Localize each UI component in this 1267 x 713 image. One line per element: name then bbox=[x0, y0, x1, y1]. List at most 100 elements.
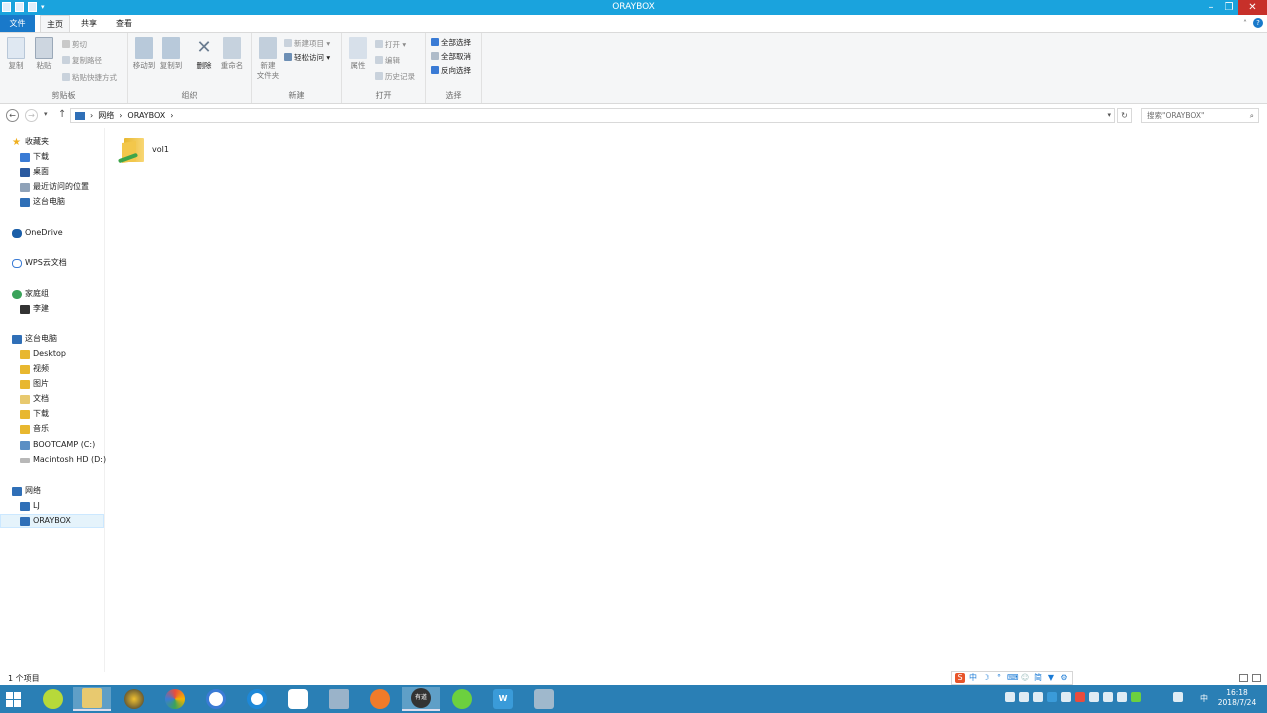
tray-icon-4[interactable] bbox=[1047, 692, 1057, 702]
new-folder-button[interactable]: 新建 文件夹 bbox=[256, 37, 280, 81]
nav-homegroup-user[interactable]: 李建 bbox=[20, 302, 49, 316]
recent-locations-icon[interactable]: ▾ bbox=[44, 110, 48, 118]
breadcrumb-oraybox[interactable]: ORAYBOX bbox=[127, 109, 165, 122]
large-icons-view-icon[interactable] bbox=[1252, 674, 1261, 682]
tray-icon-7[interactable] bbox=[1089, 692, 1099, 702]
tab-file[interactable]: 文件 bbox=[0, 15, 35, 32]
taskbar-app-13[interactable] bbox=[525, 687, 563, 711]
tab-share[interactable]: 共享 bbox=[74, 15, 104, 32]
nav-pc-documents[interactable]: 文档 bbox=[20, 392, 49, 406]
tray-icon-8[interactable] bbox=[1103, 692, 1113, 702]
user-icon[interactable]: ☺ bbox=[1020, 673, 1030, 683]
close-button[interactable]: ✕ bbox=[1238, 0, 1267, 15]
nav-pc-downloads[interactable]: 下载 bbox=[20, 407, 49, 421]
tab-home[interactable]: 主页 bbox=[40, 15, 70, 32]
nav-fav-recent[interactable]: 最近访问的位置 bbox=[20, 180, 89, 194]
copy-button[interactable]: 复制 bbox=[4, 37, 28, 71]
copy-path-button[interactable]: 复制路径 bbox=[62, 55, 102, 67]
nav-pc-pictures[interactable]: 图片 bbox=[20, 377, 49, 391]
ime-simp-label[interactable]: 简 bbox=[1033, 673, 1043, 683]
up-arrow-icon[interactable]: ↑ bbox=[58, 109, 66, 120]
navigation-pane[interactable]: ★ 收藏夹 下载 桌面 最近访问的位置 这台电脑 OneDrive WPS云文档 … bbox=[0, 128, 106, 672]
taskbar-app-8[interactable] bbox=[320, 687, 358, 711]
taskbar-file-explorer[interactable] bbox=[73, 687, 111, 711]
nav-homegroup[interactable]: 家庭组 bbox=[12, 287, 49, 301]
taskbar-wechat[interactable] bbox=[443, 687, 481, 711]
select-none-button[interactable]: 全部取消 bbox=[431, 51, 471, 63]
nav-fav-desktop[interactable]: 桌面 bbox=[20, 165, 49, 179]
tray-icon-10[interactable] bbox=[1131, 692, 1141, 702]
settings-gear-icon[interactable]: ⚙ bbox=[1059, 673, 1069, 683]
network-signal-icon[interactable] bbox=[1173, 692, 1183, 702]
nav-favorites[interactable]: ★ 收藏夹 bbox=[12, 135, 49, 149]
nav-wps[interactable]: WPS云文档 bbox=[12, 256, 67, 270]
taskbar-app-7[interactable] bbox=[279, 687, 317, 711]
invert-selection-button[interactable]: 反向选择 bbox=[431, 65, 471, 77]
select-all-button[interactable]: 全部选择 bbox=[431, 37, 471, 49]
nav-pc-videos[interactable]: 视频 bbox=[20, 362, 49, 376]
windows-start-icon[interactable] bbox=[6, 692, 22, 707]
tray-icon-6[interactable] bbox=[1075, 692, 1085, 702]
nav-pc-music[interactable]: 音乐 bbox=[20, 422, 49, 436]
taskbar-app-3[interactable] bbox=[115, 687, 153, 711]
search-input[interactable]: 搜索"ORAYBOX" ⌕ bbox=[1141, 108, 1259, 123]
history-button[interactable]: 历史记录 bbox=[375, 71, 415, 83]
taskbar-app-6[interactable] bbox=[238, 687, 276, 711]
move-to-button[interactable]: 移动到 bbox=[132, 37, 156, 71]
paste-button[interactable]: 粘贴 bbox=[32, 37, 56, 71]
address-dropdown-icon[interactable]: ▾ bbox=[1107, 109, 1111, 122]
nav-onedrive[interactable]: OneDrive bbox=[12, 226, 63, 240]
moon-icon[interactable]: ☽ bbox=[981, 673, 991, 683]
ime-toolbar[interactable]: S 中 ☽ ° ⌨ ☺ 简 ▼ ⚙ bbox=[951, 671, 1073, 685]
taskbar-app-5[interactable] bbox=[197, 687, 235, 711]
minimize-button[interactable]: – bbox=[1202, 0, 1220, 15]
taskbar-app-12[interactable]: W bbox=[484, 687, 522, 711]
clock[interactable]: 16:18 2018/7/24 bbox=[1215, 688, 1259, 708]
breadcrumb-network[interactable]: 网络 bbox=[98, 109, 114, 122]
tab-view[interactable]: 查看 bbox=[108, 15, 140, 32]
keyboard-icon[interactable]: ⌨ bbox=[1007, 673, 1019, 683]
file-list[interactable]: vol1 bbox=[106, 128, 1267, 672]
input-language[interactable]: 中 bbox=[1200, 693, 1208, 704]
nav-net-oraybox[interactable]: ORAYBOX bbox=[0, 514, 104, 528]
maximize-button[interactable]: ❐ bbox=[1220, 0, 1238, 15]
refresh-button[interactable]: ↻ bbox=[1117, 108, 1132, 123]
punctuation-icon[interactable]: ° bbox=[994, 673, 1004, 683]
nav-pc-desktop[interactable]: Desktop bbox=[20, 347, 66, 361]
delete-button[interactable]: ✕ 删除 bbox=[192, 37, 216, 71]
forward-button[interactable]: → bbox=[25, 109, 38, 122]
tray-icon-12[interactable] bbox=[1159, 692, 1169, 702]
rename-button[interactable]: 重命名 bbox=[220, 37, 244, 71]
bluetooth-icon[interactable] bbox=[1033, 692, 1043, 702]
breadcrumb[interactable]: › 网络 › ORAYBOX › ▾ bbox=[70, 108, 1115, 123]
nav-pc-drive-d[interactable]: Macintosh HD (D:) bbox=[20, 453, 106, 467]
tray-icon-9[interactable] bbox=[1117, 692, 1127, 702]
back-button[interactable]: ← bbox=[6, 109, 19, 122]
nav-fav-thispc[interactable]: 这台电脑 bbox=[20, 195, 65, 209]
paste-shortcut-button[interactable]: 粘贴快捷方式 bbox=[62, 72, 117, 84]
new-item-button[interactable]: 新建项目 ▾ bbox=[284, 38, 330, 50]
volume-icon[interactable] bbox=[1019, 692, 1029, 702]
tray-icon-1[interactable] bbox=[1005, 692, 1015, 702]
taskbar-app-1[interactable] bbox=[34, 687, 72, 711]
nav-thispc[interactable]: 这台电脑 bbox=[12, 332, 57, 346]
copy-to-button[interactable]: 复制到 bbox=[159, 37, 183, 71]
nav-pc-drive-c[interactable]: BOOTCAMP (C:) bbox=[20, 438, 95, 452]
ime-mode-label[interactable]: 中 bbox=[968, 673, 978, 683]
tray-icon-5[interactable] bbox=[1061, 692, 1071, 702]
taskbar-app-4[interactable] bbox=[156, 687, 194, 711]
nav-net-lj[interactable]: LJ bbox=[20, 499, 40, 513]
taskbar-app-9[interactable] bbox=[361, 687, 399, 711]
nav-network[interactable]: 网络 bbox=[12, 484, 41, 498]
cut-button[interactable]: 剪切 bbox=[62, 39, 87, 51]
skin-icon[interactable]: ▼ bbox=[1046, 673, 1056, 683]
open-button[interactable]: 打开 ▾ bbox=[375, 39, 406, 51]
sogou-s-icon[interactable]: S bbox=[955, 673, 965, 683]
edit-button[interactable]: 编辑 bbox=[375, 55, 400, 67]
nav-fav-downloads[interactable]: 下载 bbox=[20, 150, 49, 164]
list-item[interactable]: vol1 bbox=[117, 134, 169, 164]
easy-access-button[interactable]: 轻松访问 ▾ bbox=[284, 52, 330, 64]
details-view-icon[interactable] bbox=[1239, 674, 1248, 682]
properties-button[interactable]: 属性 bbox=[346, 37, 370, 71]
taskbar-youdao[interactable]: 有道 bbox=[402, 687, 440, 711]
